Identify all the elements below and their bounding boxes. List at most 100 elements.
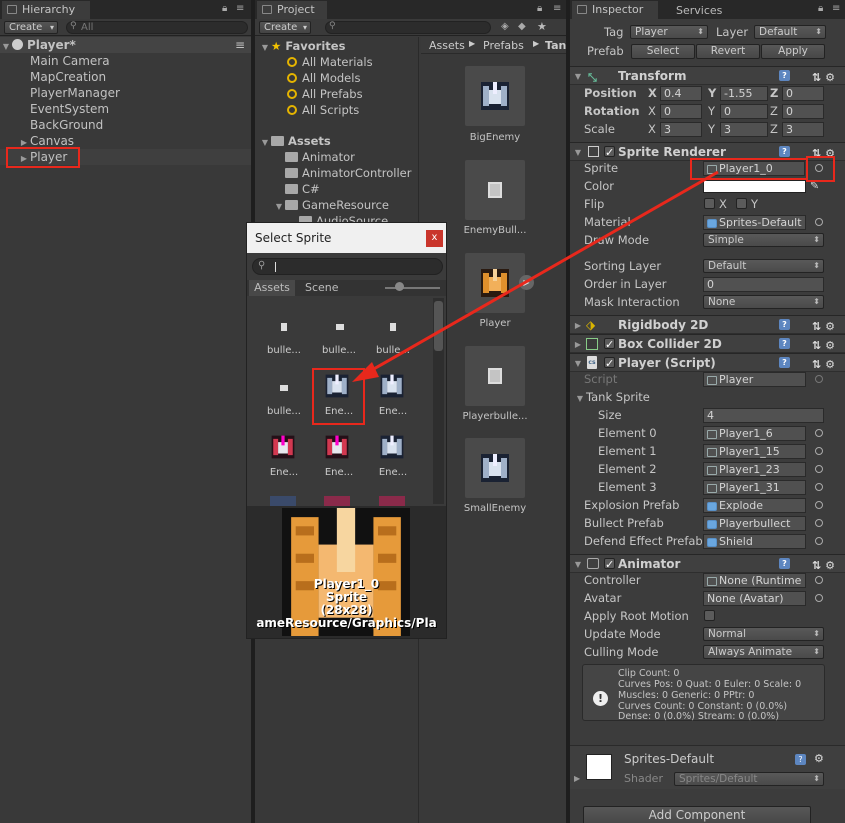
object-picker-button[interactable] — [815, 576, 823, 584]
settings-icons[interactable]: ⇅⚙ — [812, 145, 839, 162]
animator-enabled-checkbox[interactable] — [604, 556, 615, 573]
hierarchy-item[interactable]: MapCreation — [0, 69, 251, 85]
scene-row[interactable]: ▼ Player* ≡ — [0, 37, 251, 53]
culling-mode-dropdown[interactable]: Always Animate — [703, 645, 824, 659]
help-icon[interactable]: ? — [795, 754, 806, 765]
mask-interaction-dropdown[interactable]: None — [703, 295, 824, 309]
folder-item[interactable]: C# — [285, 182, 320, 196]
tab-services[interactable]: Services — [676, 4, 722, 17]
position-x-field[interactable]: 0.4 — [660, 86, 702, 101]
settings-icons[interactable]: ⇅⚙ — [812, 318, 839, 335]
position-z-field[interactable]: 0 — [782, 86, 824, 101]
expand-arrow-icon[interactable]: ▼ — [259, 138, 271, 147]
enemy-tank-sprite[interactable] — [379, 434, 405, 460]
project-search-input[interactable] — [325, 21, 491, 34]
prefab-select-button[interactable]: Select — [631, 44, 695, 59]
transform-header[interactable]: ▼ ⤡ Transform ? ⇅⚙ — [570, 66, 845, 85]
scene-menu-icon[interactable]: ≡ — [235, 37, 245, 53]
sprite-search-input[interactable]: ⚲ — [252, 258, 443, 275]
order-in-layer-field[interactable]: 0 — [703, 277, 824, 292]
sprite-bullet-icon[interactable] — [281, 323, 287, 331]
object-picker-button[interactable] — [815, 501, 823, 509]
draw-mode-dropdown[interactable]: Simple — [703, 233, 824, 247]
prefab-apply-button[interactable]: Apply — [761, 44, 825, 59]
red-tank-sprite[interactable] — [324, 434, 350, 460]
breadcrumb-item[interactable]: Assets — [429, 39, 465, 52]
object-picker-button[interactable] — [815, 429, 823, 437]
settings-icons[interactable]: ⇅⚙ — [812, 557, 839, 574]
settings-icons[interactable]: ⇅⚙ — [812, 337, 839, 354]
fold-arrow-icon[interactable]: ▼ — [574, 394, 586, 403]
fold-arrow-icon[interactable]: ▶ — [572, 317, 584, 334]
help-icon[interactable]: ? — [779, 319, 790, 330]
folder-item[interactable]: AnimatorController — [285, 166, 411, 180]
explosion-prefab-field[interactable]: Explode — [703, 498, 806, 513]
fold-arrow-icon[interactable]: ▶ — [572, 336, 584, 353]
enemy-tank-sprite[interactable] — [379, 373, 405, 399]
favorite-item[interactable]: All Models — [287, 71, 360, 85]
fold-arrow-icon[interactable]: ▼ — [572, 556, 584, 573]
help-icon[interactable]: ? — [779, 558, 790, 569]
rigidbody-header[interactable]: ▶ ⬗ Rigidbody 2D ? ⇅⚙ — [570, 315, 845, 334]
tag-dropdown[interactable]: Player — [630, 25, 708, 39]
position-y-field[interactable]: -1.55 — [720, 86, 768, 101]
object-picker-button[interactable] — [815, 447, 823, 455]
color-swatch[interactable] — [703, 180, 806, 193]
expand-arrow-icon[interactable]: ▼ — [259, 43, 271, 52]
rotation-z-field[interactable]: 0 — [782, 104, 824, 119]
help-icon[interactable]: ? — [779, 338, 790, 349]
rotation-y-field[interactable]: 0 — [720, 104, 768, 119]
create-dropdown[interactable]: Create — [4, 21, 58, 34]
fold-arrow-icon[interactable]: ▶ — [574, 774, 580, 783]
object-picker-button[interactable] — [815, 537, 823, 545]
folder-item[interactable]: Animator — [285, 150, 355, 164]
assets-header[interactable]: ▼ Assets — [259, 134, 331, 148]
settings-icons[interactable]: ⇅⚙ — [812, 356, 839, 373]
filter-type-icon[interactable]: ◈ — [501, 21, 509, 32]
close-button[interactable]: x — [426, 230, 443, 247]
prefab-thumbnail-bigenemy[interactable] — [465, 66, 525, 126]
favorite-star-icon[interactable]: ★ — [537, 20, 547, 33]
object-picker-button[interactable] — [815, 164, 823, 172]
menu-icon[interactable]: ≡ — [236, 3, 244, 14]
add-component-button[interactable]: Add Component — [583, 806, 811, 823]
element-field[interactable]: Player1_31 — [703, 480, 806, 495]
tab-scene[interactable]: Scene — [305, 281, 339, 294]
prefab-thumbnail-player[interactable] — [465, 253, 525, 313]
flip-y-checkbox[interactable] — [736, 198, 747, 209]
lock-icon[interactable]: 🔒︎ — [818, 3, 823, 14]
expand-arrow-icon[interactable]: ▼ — [273, 202, 285, 211]
prefab-thumbnail-playerbullet[interactable] — [465, 346, 525, 406]
prefab-thumbnail-enemybullet[interactable] — [465, 160, 525, 220]
sprite-renderer-enabled-checkbox[interactable] — [604, 144, 615, 161]
object-picker-button[interactable] — [815, 218, 823, 226]
scale-z-field[interactable]: 3 — [782, 122, 824, 137]
help-icon[interactable]: ? — [779, 146, 790, 157]
size-field[interactable]: 4 — [703, 408, 824, 423]
play-preview-icon[interactable]: ▶ — [519, 275, 534, 290]
hierarchy-item-canvas[interactable]: ▶ Canvas — [0, 133, 251, 149]
fold-arrow-icon[interactable]: ▼ — [572, 355, 584, 372]
material-field[interactable]: Sprites-Default — [703, 215, 806, 230]
rotation-x-field[interactable]: 0 — [660, 104, 702, 119]
folder-item[interactable]: ▼ GameResource — [273, 198, 389, 212]
zoom-slider-handle[interactable] — [395, 282, 404, 291]
breadcrumb-item[interactable]: Prefabs — [483, 39, 524, 52]
avatar-field[interactable]: None (Avatar) — [703, 591, 806, 606]
defend-effect-field[interactable]: Shield — [703, 534, 806, 549]
element-field[interactable]: Player1_23 — [703, 462, 806, 477]
player-script-enabled-checkbox[interactable] — [604, 355, 615, 372]
sprite-bullet-icon[interactable] — [336, 324, 344, 330]
sprite-field[interactable]: Player1_0 — [703, 161, 805, 176]
object-picker-button[interactable] — [815, 519, 823, 527]
favorite-item[interactable]: All Scripts — [287, 103, 359, 117]
fold-arrow-icon[interactable]: ▼ — [572, 68, 584, 85]
element-field[interactable]: Player1_6 — [703, 426, 806, 441]
red-tank-sprite[interactable] — [270, 434, 296, 460]
tank-sprite-label[interactable]: ▼ Tank Sprite — [574, 390, 650, 404]
player-script-header[interactable]: ▼ cs Player (Script) ? ⇅⚙ — [570, 353, 845, 372]
box-collider-enabled-checkbox[interactable] — [604, 336, 615, 353]
tab-assets[interactable]: Assets — [249, 280, 295, 296]
object-picker-button[interactable] — [815, 465, 823, 473]
hierarchy-item[interactable]: EventSystem — [0, 101, 251, 117]
